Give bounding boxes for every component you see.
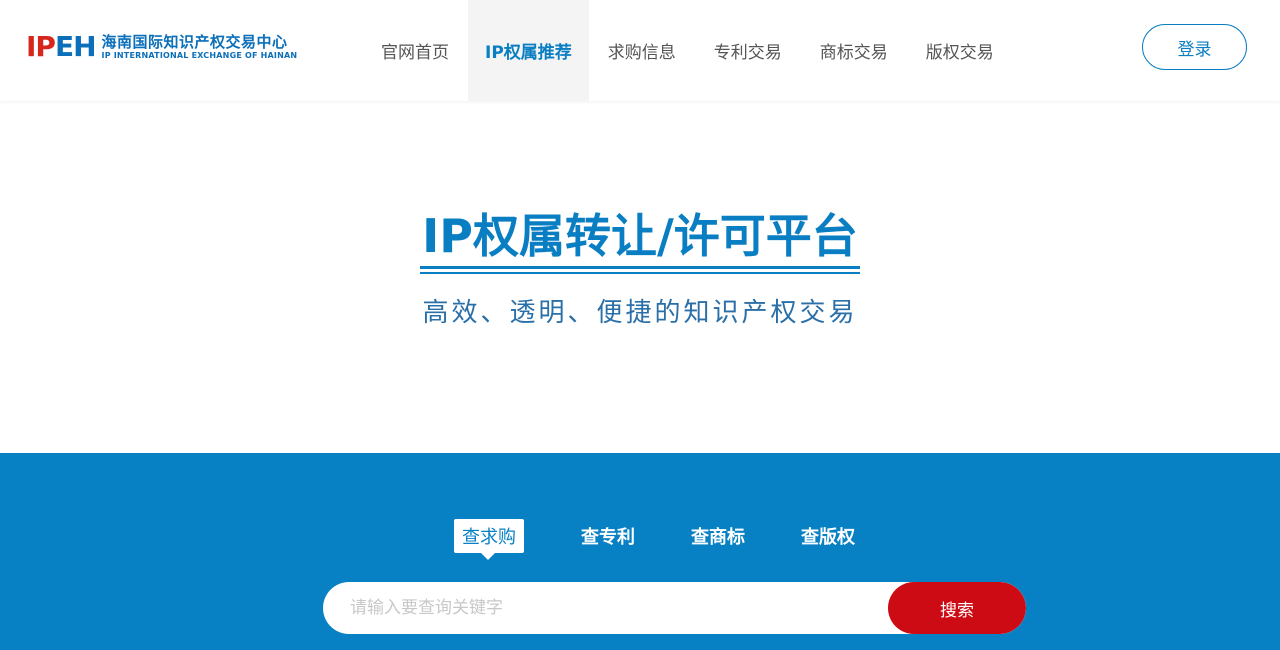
nav-item-purchase-info[interactable]: 求购信息 xyxy=(589,0,695,101)
logo-mark: IPEH xyxy=(26,30,97,63)
nav-item-ip-recommend[interactable]: IP权属推荐 xyxy=(468,0,589,101)
tab-trademark[interactable]: 查商标 xyxy=(683,519,753,553)
search-tabs: 查求购 查专利 查商标 查版权 xyxy=(454,518,863,560)
hero-title-wrap: IP权属转让/许可平台 xyxy=(0,206,1280,274)
nav-item-copyright-trade[interactable]: 版权交易 xyxy=(907,0,1013,101)
logo-text: 海南国际知识产权交易中心 IP INTERNATIONAL EXCHANGE O… xyxy=(101,32,298,61)
search-box: 搜索 xyxy=(323,582,1026,634)
logo-letters: IPEH xyxy=(26,30,97,63)
hero-subtitle: 高效、透明、便捷的知识产权交易 xyxy=(422,298,858,328)
nav-item-trademark-trade[interactable]: 商标交易 xyxy=(801,0,907,101)
search-input[interactable] xyxy=(323,582,888,634)
tab-patent[interactable]: 查专利 xyxy=(573,519,643,553)
tab-copyright[interactable]: 查版权 xyxy=(793,519,863,553)
main-nav: 官网首页 IP权属推荐 求购信息 专利交易 商标交易 版权交易 xyxy=(362,0,1013,101)
logo-name-cn: 海南国际知识产权交易中心 xyxy=(101,32,288,51)
search-button[interactable]: 搜索 xyxy=(888,582,1026,634)
tab-purchase[interactable]: 查求购 xyxy=(454,519,524,560)
nav-item-home[interactable]: 官网首页 xyxy=(362,0,468,101)
nav-item-patent-trade[interactable]: 专利交易 xyxy=(695,0,801,101)
hero-title: IP权属转让/许可平台 xyxy=(420,206,860,274)
site-header: IPEH 海南国际知识产权交易中心 IP INTERNATIONAL EXCHA… xyxy=(0,0,1280,101)
site-logo[interactable]: IPEH 海南国际知识产权交易中心 IP INTERNATIONAL EXCHA… xyxy=(26,32,316,62)
login-button[interactable]: 登录 xyxy=(1142,24,1247,70)
logo-name-en: IP INTERNATIONAL EXCHANGE OF HAINAN xyxy=(101,50,298,60)
